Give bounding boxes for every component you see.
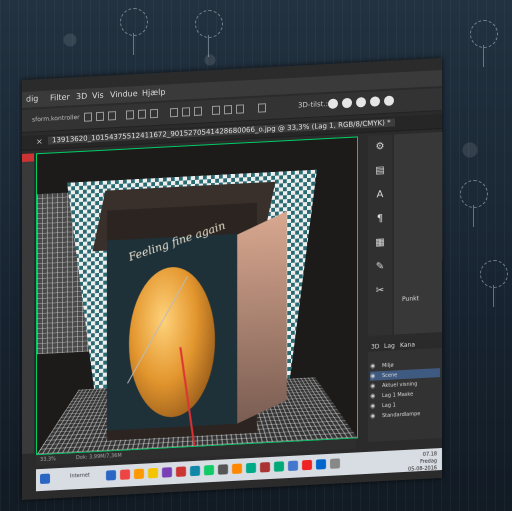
tab-channels[interactable]: Kana [400, 341, 415, 349]
task-app-icon[interactable] [246, 462, 256, 474]
dandelion-decoration [470, 20, 498, 67]
dandelion-decoration [120, 8, 148, 55]
menu-item-window[interactable]: Vindue [110, 89, 138, 99]
menu-item-3d[interactable]: 3D [76, 92, 87, 102]
eye-icon[interactable]: ◉ [370, 372, 375, 379]
tab-layers[interactable]: Lag [384, 342, 395, 350]
taskbar-search-label[interactable]: Internet [70, 472, 90, 479]
distribute-top-icon[interactable] [170, 107, 178, 118]
document-info: Dok: 3,99M/7,36M [76, 452, 122, 462]
dandelion-decoration [480, 260, 508, 307]
properties-panel-icon[interactable]: ▤ [374, 165, 386, 178]
distribute-middle-icon[interactable] [182, 107, 190, 117]
eye-icon[interactable]: ◉ [370, 402, 375, 409]
eye-icon[interactable]: ◉ [370, 392, 375, 399]
task-app-icon[interactable] [260, 462, 270, 473]
paragraph-panel-icon[interactable]: ¶ [374, 213, 386, 226]
clock-date: 05-08-2016 [408, 465, 438, 473]
layers-panel-tabs: 3D Lag Kana [368, 337, 442, 352]
photoshop-window: dig Filter 3D Vis Vindue Hjælp sform.kon… [22, 57, 442, 500]
task-app-icon[interactable] [204, 464, 214, 476]
properties-panel [394, 131, 442, 335]
task-app-icon[interactable] [302, 459, 312, 471]
drag-3d-icon[interactable] [356, 96, 366, 108]
align-left-icon[interactable] [126, 110, 134, 120]
brush-panel-icon[interactable]: ✎ [374, 261, 386, 274]
menu-item-help[interactable]: Hjælp [142, 87, 165, 97]
task-app-icon[interactable] [162, 467, 172, 478]
orbit-3d-icon[interactable] [328, 98, 338, 109]
task-app-icon[interactable] [120, 469, 130, 480]
swatches-panel-icon[interactable]: ▦ [374, 237, 386, 250]
auto-align-icon[interactable] [258, 103, 266, 113]
dandelion-decoration [195, 10, 223, 57]
task-app-icon[interactable] [106, 470, 116, 481]
task-app-icon[interactable] [316, 459, 326, 470]
panel-dock-icons: ⚙ ▤ A ¶ ▦ ✎ ✂ [368, 134, 392, 336]
3d-mode-label: 3D-tilst.: [298, 99, 328, 110]
eye-icon[interactable]: ◉ [370, 412, 375, 419]
tab-3d[interactable]: 3D [371, 343, 379, 350]
document-canvas[interactable]: Feeling fine again [36, 136, 358, 456]
task-app-icon[interactable] [134, 468, 144, 480]
history-panel-icon[interactable]: ⚙ [374, 141, 386, 154]
task-app-icon[interactable] [274, 461, 284, 472]
roll-3d-icon[interactable] [342, 97, 352, 109]
menu-item-view[interactable]: Vis [92, 91, 104, 101]
character-panel-icon[interactable]: A [374, 189, 386, 202]
distribute-bottom-icon[interactable] [194, 106, 202, 116]
start-icon[interactable] [40, 473, 50, 485]
align-right-icon[interactable] [150, 108, 158, 119]
3d-box-side-face [237, 211, 287, 424]
dandelion-decoration [460, 180, 488, 227]
task-app-icon[interactable] [176, 466, 186, 477]
menu-item-filter[interactable]: Filter [50, 92, 70, 102]
eye-icon[interactable]: ◉ [370, 362, 375, 369]
distribute-center-icon[interactable] [224, 104, 232, 115]
align-center-icon[interactable] [138, 109, 146, 119]
zoom-readout[interactable]: 33,3% [40, 456, 56, 463]
distribute-left-icon[interactable] [212, 105, 220, 116]
align-middle-icon[interactable] [96, 111, 104, 122]
vertical-ruler [22, 153, 34, 455]
menu-item-edit[interactable]: dig [26, 94, 38, 104]
task-app-icon[interactable] [190, 465, 200, 477]
task-app-icon[interactable] [232, 463, 242, 474]
distribute-right-icon[interactable] [236, 104, 244, 114]
slide-3d-icon[interactable] [370, 96, 380, 107]
point-light-label[interactable]: Punkt [402, 295, 419, 303]
close-tab-icon[interactable]: × [36, 137, 43, 146]
align-bottom-icon[interactable] [108, 111, 116, 121]
transform-controls-label[interactable]: sform.kontroller [32, 114, 80, 123]
task-app-icon[interactable] [218, 464, 228, 475]
3d-layers-panel: 3D Lag Kana ◉ Miljø ◉ Scene ◉ Aktuel visnin… [368, 337, 442, 442]
task-app-icon[interactable] [288, 460, 298, 472]
align-top-icon[interactable] [84, 112, 92, 122]
task-app-icon[interactable] [330, 458, 340, 469]
scale-3d-icon[interactable] [384, 95, 394, 107]
tools-settings-icon[interactable]: ✂ [374, 285, 386, 298]
eye-icon[interactable]: ◉ [370, 382, 375, 389]
task-app-icon[interactable] [148, 467, 158, 479]
taskbar-clock[interactable]: 07.18 Fredag 05-08-2016 [408, 451, 437, 474]
